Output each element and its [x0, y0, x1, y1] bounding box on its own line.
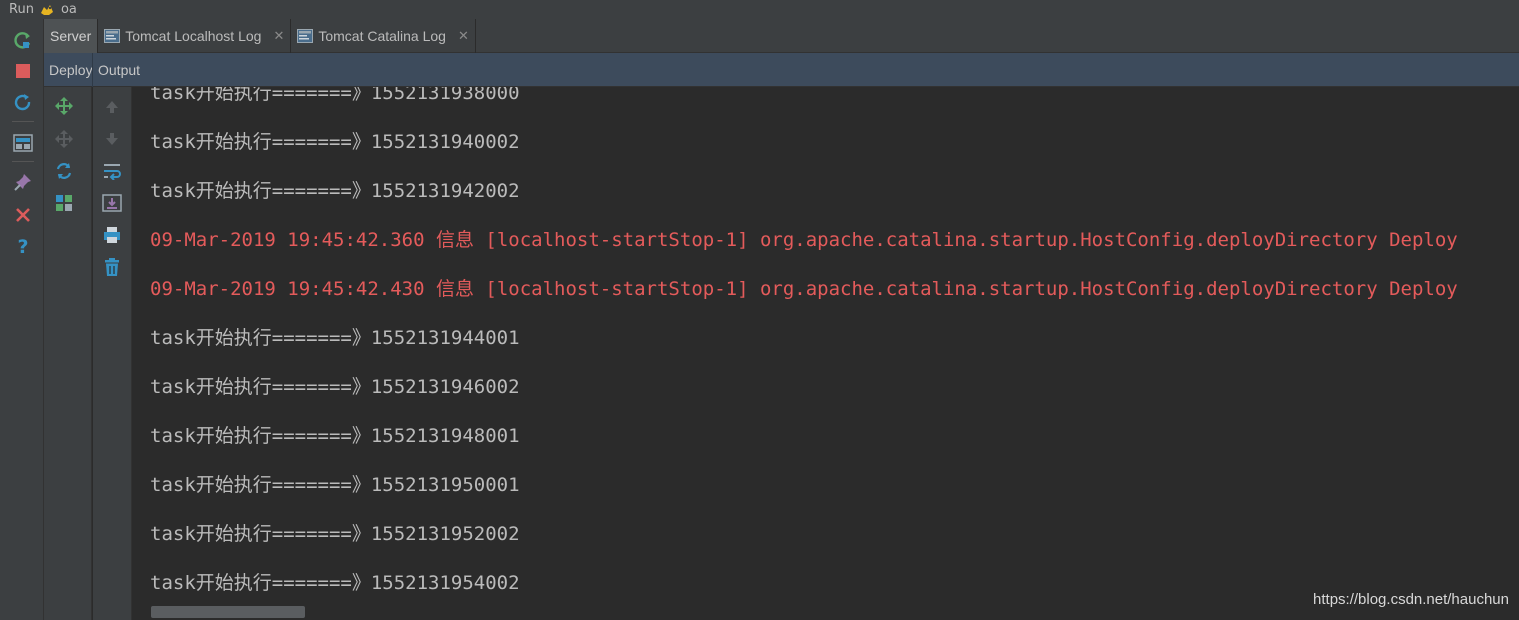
tab-tomcat-localhost-log[interactable]: Tomcat Localhost Log ✕ — [98, 19, 292, 53]
run-config-name: oa — [60, 1, 77, 17]
tab-tomcat-catalina-log[interactable]: Tomcat Catalina Log ✕ — [291, 19, 476, 53]
redeploy-icon[interactable] — [53, 160, 75, 182]
console-line: task开始执行=======》1552131954002 — [150, 572, 520, 594]
deployment-header[interactable]: Deployment — [49, 62, 92, 78]
deployment-panel — [44, 87, 92, 620]
update-icon[interactable] — [12, 92, 34, 114]
console-line: task开始执行=======》1552131942002 — [150, 180, 520, 202]
run-left-toolbar: ? — [0, 19, 44, 620]
deploy-all-icon[interactable] — [53, 95, 75, 117]
arrow-down-icon[interactable] — [101, 128, 123, 150]
layout-icon[interactable] — [12, 132, 34, 154]
soft-wrap-icon[interactable] — [101, 160, 123, 182]
console-output[interactable]: task开始执行=======》1552131938000 task开始执行==… — [132, 87, 1519, 620]
console-line: task开始执行=======》1552131948001 — [150, 425, 520, 447]
log-icon — [297, 29, 314, 43]
tomcat-icon — [39, 3, 55, 17]
console-line: task开始执行=======》1552131940002 — [150, 131, 520, 153]
tab-close-icon[interactable]: ✕ — [273, 28, 284, 44]
console-line-error: 09-Mar-2019 19:45:42.430 信息 [localhost-s… — [150, 278, 1458, 300]
pin-icon[interactable] — [12, 171, 34, 193]
close-icon[interactable] — [12, 204, 34, 226]
watermark: https://blog.csdn.net/hauchun — [1313, 591, 1509, 608]
stop-icon[interactable] — [12, 60, 34, 82]
artifacts-icon[interactable] — [53, 192, 75, 214]
run-label: Run — [9, 1, 34, 17]
tab-tomcat-catalina-log-label: Tomcat Catalina Log — [318, 28, 446, 44]
log-icon — [104, 29, 121, 43]
output-toolbar — [93, 87, 132, 620]
output-header[interactable]: Output — [98, 62, 140, 78]
run-tabbar: Server Tomcat Localhost Log ✕ Tomcat Cat… — [44, 19, 1519, 53]
tab-server-label: Server — [50, 28, 92, 44]
server-subheader: Deployment Output — [44, 53, 1519, 87]
console-line-error: 09-Mar-2019 19:45:42.360 信息 [localhost-s… — [150, 229, 1458, 251]
print-icon[interactable] — [101, 224, 123, 246]
tab-server[interactable]: Server — [44, 19, 99, 53]
tab-close-icon[interactable]: ✕ — [458, 28, 469, 44]
console-line: task开始执行=======》1552131952002 — [150, 523, 520, 545]
trash-icon[interactable] — [101, 256, 123, 278]
console-line: task开始执行=======》1552131944001 — [150, 327, 520, 349]
scroll-to-end-icon[interactable] — [101, 192, 123, 214]
tab-tomcat-localhost-log-label: Tomcat Localhost Log — [125, 28, 262, 44]
console-line: task开始执行=======》1552131938000 — [150, 87, 520, 104]
arrow-up-icon[interactable] — [101, 96, 123, 118]
run-titlebar: Run oa — [0, 0, 1519, 19]
help-icon[interactable]: ? — [12, 236, 34, 258]
console-line: task开始执行=======》1552131946002 — [150, 376, 520, 398]
console-line: task开始执行=======》1552131950001 — [150, 474, 520, 496]
horizontal-scrollbar[interactable] — [151, 606, 305, 618]
undeploy-icon[interactable] — [53, 128, 75, 150]
rerun-icon[interactable] — [12, 30, 34, 52]
header-divider[interactable] — [92, 53, 93, 87]
